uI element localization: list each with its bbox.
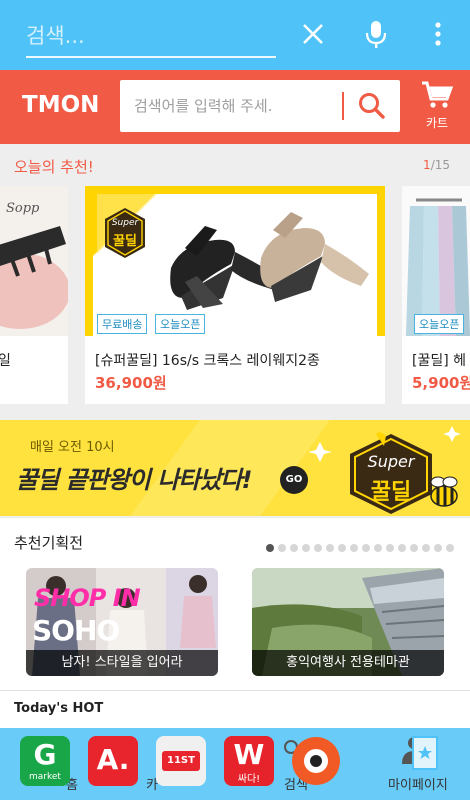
tmon-header: TMON 검색어를 입력해 주세. 카트 — [0, 70, 470, 144]
bee-icon — [424, 476, 464, 514]
svg-text:Sopp: Sopp — [6, 201, 40, 216]
badge-top-text: Super — [111, 218, 139, 228]
dock-label-mypage: 마이페이지 — [388, 778, 448, 793]
super-kkuldeal-banner[interactable]: 매일 오전 10시 꿀딜 끝판왕이 나타났다! GO Super 꿀딜 — [0, 420, 470, 516]
badge-bottom-text: 꿀딜 — [113, 234, 137, 249]
carousel-dot[interactable] — [386, 544, 394, 552]
gmarket-letter: G — [33, 738, 57, 771]
query-underline — [26, 56, 276, 58]
search-icon[interactable] — [356, 90, 388, 126]
carousel-dot[interactable] — [302, 544, 310, 552]
go-button[interactable]: GO — [280, 466, 308, 494]
banner-title: 꿀딜 끝판왕이 나타났다! — [16, 466, 252, 494]
product-card-right[interactable]: 오늘오픈 [꿀딜] 헤 5,900원 — [402, 186, 470, 404]
wemakeprice-letter: W — [233, 738, 265, 771]
product-price: 5,900원 — [412, 374, 470, 392]
recommend-plan-section: 추천기획전 SHOP IN SOHO 남자! 스타일을 입어라 홍익여행사 전용… — [0, 518, 470, 690]
carousel-dot[interactable] — [362, 544, 370, 552]
gmarket-app-icon[interactable]: G market — [20, 736, 70, 786]
product-card-left[interactable]: Sopp 일 — [0, 186, 68, 404]
record-app-icon[interactable] — [292, 737, 340, 785]
plan-card-travel[interactable]: 홍익여행사 전용테마관 — [252, 568, 444, 676]
cart-icon — [422, 81, 454, 108]
11st-app-icon[interactable]: 11ST — [156, 736, 206, 786]
search-divider — [342, 92, 344, 120]
cart-button[interactable]: 카트 — [414, 80, 460, 131]
auction-letter: A. — [96, 743, 130, 776]
product-name: 일 — [0, 353, 11, 369]
product-image: 오늘오픈 — [402, 186, 470, 336]
tag-today-open: 오늘오픈 — [414, 314, 465, 334]
tmon-logo[interactable]: TMON — [22, 92, 99, 118]
bookmark-star-icon[interactable] — [412, 736, 438, 770]
tmon-search-placeholder: 검색어를 입력해 주세. — [134, 97, 273, 115]
wemakeprice-sub: 싸다! — [237, 774, 261, 785]
carousel-dot[interactable] — [338, 544, 346, 552]
super-kkuldeal-badge: Super 꿀딜 — [346, 432, 436, 514]
auction-app-icon[interactable]: A. — [88, 736, 138, 786]
product-name: [슈퍼꿀딜] 16s/s 크록스 레이웨지2종 — [95, 353, 320, 369]
carousel-dot[interactable] — [434, 544, 442, 552]
more-vert-icon[interactable] — [428, 18, 458, 50]
product-image: Sopp — [0, 186, 68, 336]
carousel-dot[interactable] — [266, 544, 274, 552]
super-kkuldeal-badge: Super 꿀딜 — [103, 206, 147, 260]
page-indicator: 1/15 — [423, 158, 450, 172]
plan-caption: 홍익여행사 전용테마관 — [252, 650, 444, 676]
section-title: 추천기획전 — [14, 534, 84, 552]
carousel-indicator — [266, 537, 458, 556]
carousel-dot[interactable] — [410, 544, 418, 552]
carousel-dot[interactable] — [290, 544, 298, 552]
carousel-dot[interactable] — [314, 544, 322, 552]
close-icon[interactable] — [300, 18, 330, 50]
carousel-dot[interactable] — [422, 544, 430, 552]
carousel-dot[interactable] — [398, 544, 406, 552]
product-name: [꿀딜] 헤 — [412, 353, 467, 369]
carousel-dot[interactable] — [374, 544, 382, 552]
badge-top-text: Super — [367, 452, 415, 471]
section-title: Today's HOT — [14, 701, 104, 716]
carousel-dot[interactable] — [446, 544, 454, 552]
todays-hot-section: Today's HOT — [0, 690, 470, 730]
banner-subtitle: 매일 오전 10시 — [30, 440, 115, 455]
gmarket-sub: market — [29, 772, 61, 782]
carousel-dot[interactable] — [278, 544, 286, 552]
badge-bottom-text: 꿀딜 — [370, 480, 412, 505]
tag-free-shipping: 무료배송 — [97, 314, 148, 334]
11st-letter: 11ST — [162, 751, 200, 771]
tmon-search-box[interactable]: 검색어를 입력해 주세. — [120, 80, 400, 132]
carousel-dot[interactable] — [350, 544, 358, 552]
query-input[interactable]: 검색... — [26, 20, 85, 50]
product-card-center[interactable]: Super 꿀딜 무료배송 오늘오픈 [슈퍼꿀딜] 16s/s 크록스 레이웨지… — [85, 186, 385, 404]
product-price: 36,900원 — [95, 374, 167, 392]
microphone-icon[interactable] — [364, 18, 394, 50]
wemakeprice-app-icon[interactable]: W 싸다! — [224, 736, 274, 786]
plan-card-soho[interactable]: SHOP IN SOHO 남자! 스타일을 입어라 — [26, 568, 218, 676]
today-recommend-section: 오늘의 추천! 1/15 Sopp 일 Super 꿀딜 무료배송 오늘오픈 [… — [0, 144, 470, 406]
carousel-dot[interactable] — [326, 544, 334, 552]
plan-overlay-subtitle: SOHO — [32, 614, 120, 647]
browser-search-bar: 검색... — [0, 0, 470, 70]
record-dot-icon — [310, 755, 322, 767]
tag-today-open: 오늘오픈 — [155, 314, 206, 334]
plan-overlay-title: SHOP IN — [34, 584, 141, 612]
plan-caption: 남자! 스타일을 입어라 — [26, 650, 218, 676]
product-image: Super 꿀딜 무료배송 오늘오픈 — [85, 186, 385, 336]
section-title: 오늘의 추천! — [14, 158, 94, 176]
app-dock: 홈 카 검색 마이페이지 G market A. 11ST W 싸다! — [0, 728, 470, 800]
cart-label: 카트 — [425, 116, 449, 130]
